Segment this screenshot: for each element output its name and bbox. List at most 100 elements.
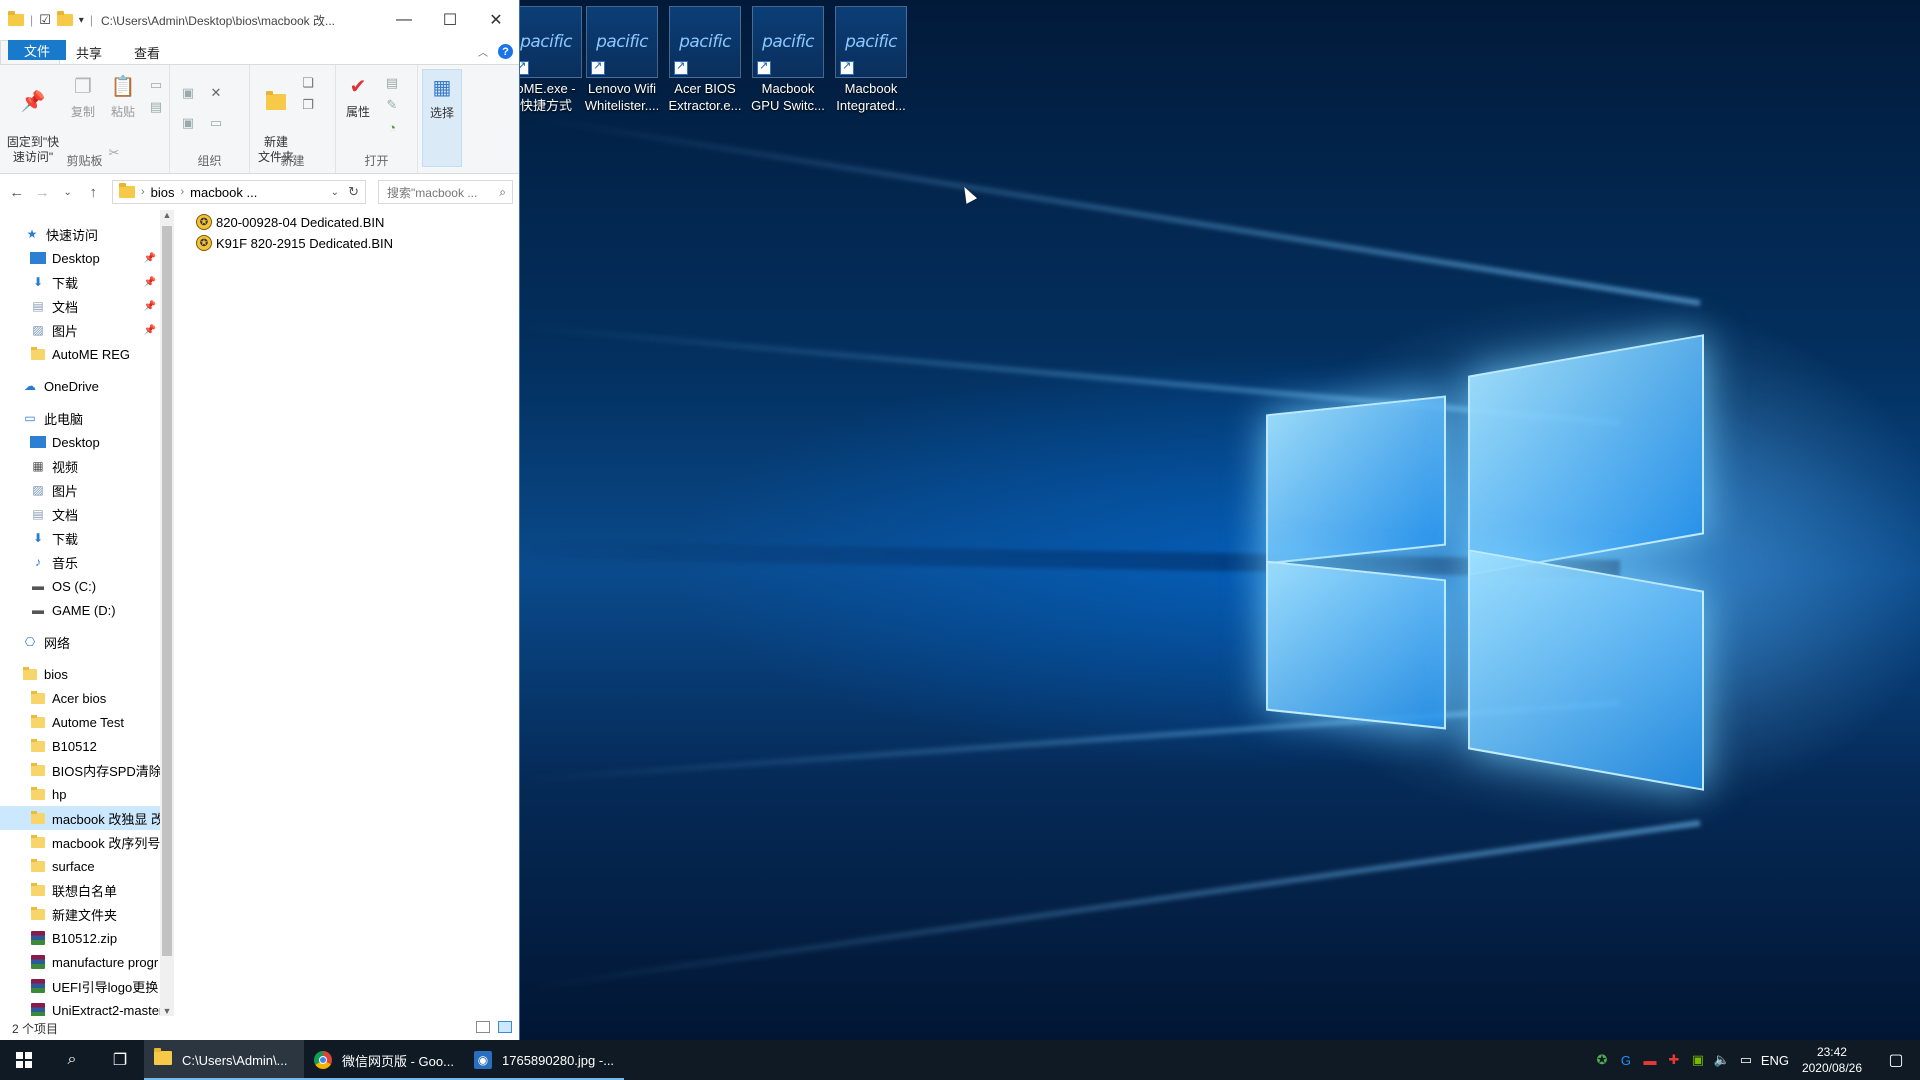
chevron-down-icon[interactable]: ⌄ <box>331 187 339 198</box>
taskbar-app-explorer[interactable]: C:\Users\Admin\... <box>144 1040 304 1080</box>
nav-bios-acer[interactable]: Acer bios <box>0 686 160 710</box>
copy-to-icon[interactable]: ▣ <box>180 115 196 131</box>
nav-qa-autome-reg[interactable]: AutoME REG <box>0 342 160 366</box>
nav-bios-b10512[interactable]: B10512 <box>0 734 160 758</box>
nav-onedrive[interactable]: ☁ OneDrive <box>0 374 160 398</box>
paste-shortcut-icon[interactable]: ▤ <box>148 99 164 115</box>
desktop-icon-lenovo-wifi[interactable]: pacific Lenovo Wifi Whitelister.... <box>582 6 662 114</box>
breadcrumb-macbook[interactable]: macbook ... <box>190 185 257 200</box>
network-icon[interactable]: ▭ <box>1734 1040 1758 1080</box>
collapse-ribbon-icon[interactable]: ︿ <box>478 44 488 59</box>
delete-icon[interactable]: ✕ <box>208 85 224 101</box>
new-item-icon[interactable]: ❏ <box>300 75 316 91</box>
maximize-button[interactable]: ☐ <box>427 0 473 40</box>
desktop-icon-acer-bios[interactable]: pacific Acer BIOS Extractor.e... <box>665 6 745 114</box>
nvidia-icon[interactable]: ▣ <box>1686 1040 1710 1080</box>
rename-icon[interactable]: ▭ <box>208 115 224 131</box>
copy-button[interactable]: ❐ 复制 <box>66 73 100 120</box>
nav-bios-b10512-zip[interactable]: B10512.zip <box>0 926 160 950</box>
desktop-icon-macbook-integrated[interactable]: pacific Macbook Integrated... <box>831 6 911 114</box>
easy-access-icon[interactable]: ❐ <box>300 97 316 113</box>
nav-bios-new-folder[interactable]: 新建文件夹 <box>0 902 160 926</box>
nav-qa-downloads[interactable]: ⬇ 下载 📌 <box>0 270 160 294</box>
tab-view[interactable]: 查看 <box>118 40 176 64</box>
edit-icon[interactable]: ✎ <box>384 97 400 113</box>
scrollbar-thumb[interactable] <box>162 226 172 956</box>
breadcrumb-bios[interactable]: bios <box>151 185 175 200</box>
nav-bios-surface[interactable]: surface <box>0 854 160 878</box>
tray-app-gift-icon[interactable]: ✚ <box>1662 1040 1686 1080</box>
nav-pc-documents[interactable]: ▤ 文档 <box>0 502 160 526</box>
nav-bios-macbook-serial[interactable]: macbook 改序列号 <box>0 830 160 854</box>
nav-bios-uniextract[interactable]: UniExtract2-master <box>0 998 160 1016</box>
nav-bios-lenovo-whitelist[interactable]: 联想白名单 <box>0 878 160 902</box>
scroll-down-icon[interactable]: ▼ <box>160 1006 174 1016</box>
search-input[interactable]: 搜索"macbook ... ⌕ <box>378 180 513 204</box>
scroll-up-icon[interactable]: ▲ <box>160 210 174 220</box>
nav-bios-spd[interactable]: BIOS内存SPD清除 <box>0 758 160 782</box>
large-icons-view-icon[interactable] <box>498 1021 512 1033</box>
move-to-icon[interactable]: ▣ <box>180 85 196 101</box>
start-button[interactable] <box>0 1040 48 1080</box>
qat-dropdown-icon[interactable]: ▾ <box>79 15 84 26</box>
picture-icon: ▨ <box>32 483 44 497</box>
tab-share[interactable]: 共享 <box>60 40 118 64</box>
open-icon[interactable]: ▤ <box>384 75 400 91</box>
recent-locations-icon[interactable]: ⌄ <box>57 187 78 198</box>
nav-bios-manufacture[interactable]: manufacture progr <box>0 950 160 974</box>
back-button[interactable]: ← <box>6 184 27 201</box>
task-view-icon[interactable]: ❐ <box>96 1040 144 1080</box>
tab-file[interactable]: 文件 <box>8 40 67 60</box>
help-icon[interactable]: ? <box>498 44 513 59</box>
up-button[interactable]: ↑ <box>82 184 103 201</box>
nav-bios-uefi-logo[interactable]: UEFI引导logo更换 <box>0 974 160 998</box>
volume-icon[interactable]: 🔈 <box>1710 1040 1734 1080</box>
title-bar[interactable]: | ☑ ▾ | C:\Users\Admin\Desktop\bios\macb… <box>0 0 519 40</box>
archive-icon <box>30 979 46 993</box>
nav-pc-pictures[interactable]: ▨ 图片 <box>0 478 160 502</box>
nav-pc-desktop[interactable]: Desktop <box>0 430 160 454</box>
details-view-icon[interactable] <box>476 1021 490 1033</box>
clock[interactable]: 23:42 2020/08/26 <box>1792 1044 1872 1076</box>
nav-qa-documents[interactable]: ▤ 文档 📌 <box>0 294 160 318</box>
nav-bios[interactable]: bios <box>0 662 160 686</box>
notification-center-icon[interactable]: ▢ <box>1872 1040 1920 1080</box>
nav-this-pc[interactable]: ▭ 此电脑 <box>0 406 160 430</box>
nav-network[interactable]: ⎔ 网络 <box>0 630 160 654</box>
tray-app-blue-icon[interactable]: G <box>1614 1040 1638 1080</box>
properties-check-icon[interactable]: ☑ <box>39 12 51 28</box>
nav-bios-hp[interactable]: hp <box>0 782 160 806</box>
minimize-button[interactable]: — <box>381 0 427 40</box>
file-item[interactable]: ✪ K91F 820-2915 Dedicated.BIN <box>196 233 393 253</box>
search-icon[interactable]: ⌕ <box>48 1040 96 1080</box>
select-button[interactable]: ▦ 选择 <box>422 69 462 167</box>
nav-qa-desktop[interactable]: Desktop 📌 <box>0 246 160 270</box>
nav-pc-downloads[interactable]: ⬇ 下载 <box>0 526 160 550</box>
address-field[interactable]: › bios › macbook ... ⌄ ↻ <box>111 180 367 204</box>
nav-bios-autome-test[interactable]: Autome Test <box>0 710 160 734</box>
file-item[interactable]: ✪ 820-00928-04 Dedicated.BIN <box>196 212 384 232</box>
forward-button[interactable]: → <box>31 184 52 201</box>
taskbar-app-chrome[interactable]: 微信网页版 - Goo... <box>304 1040 464 1080</box>
tray-app-red-icon[interactable]: ▬ <box>1638 1040 1662 1080</box>
nav-qa-pictures[interactable]: ▨ 图片 📌 <box>0 318 160 342</box>
refresh-icon[interactable]: ↻ <box>348 184 359 200</box>
nav-pc-drive-d[interactable]: ▬ GAME (D:) <box>0 598 160 622</box>
tray-app-green-icon[interactable]: ✪ <box>1590 1040 1614 1080</box>
nav-quick-access[interactable]: ★ 快速访问 <box>0 222 160 246</box>
nav-pc-drive-c[interactable]: ▬ OS (C:) <box>0 574 160 598</box>
taskbar-app-photo[interactable]: ◉ 1765890280.jpg -... <box>464 1040 624 1080</box>
nav-pc-videos[interactable]: ▦ 视频 <box>0 454 160 478</box>
pin-icon: 📌 <box>20 90 46 113</box>
close-button[interactable]: ✕ <box>473 0 519 40</box>
nav-bios-macbook-gpu[interactable]: macbook 改独显 改 <box>0 806 160 830</box>
history-icon[interactable]: ◔ <box>384 119 400 135</box>
properties-button[interactable]: ✔ 属性 <box>340 73 376 120</box>
nav-pc-music[interactable]: ♪ 音乐 <box>0 550 160 574</box>
cut-path-icon[interactable]: ▭ <box>148 77 164 93</box>
desktop-icon-macbook-gpu[interactable]: pacific Macbook GPU Switc... <box>748 6 828 114</box>
new-folder-icon[interactable] <box>56 11 73 26</box>
paste-button[interactable]: 📋 粘贴 <box>106 73 140 120</box>
nav-scrollbar[interactable]: ▲ ▼ <box>160 210 174 1016</box>
language-indicator[interactable]: ENG <box>1758 1040 1792 1080</box>
